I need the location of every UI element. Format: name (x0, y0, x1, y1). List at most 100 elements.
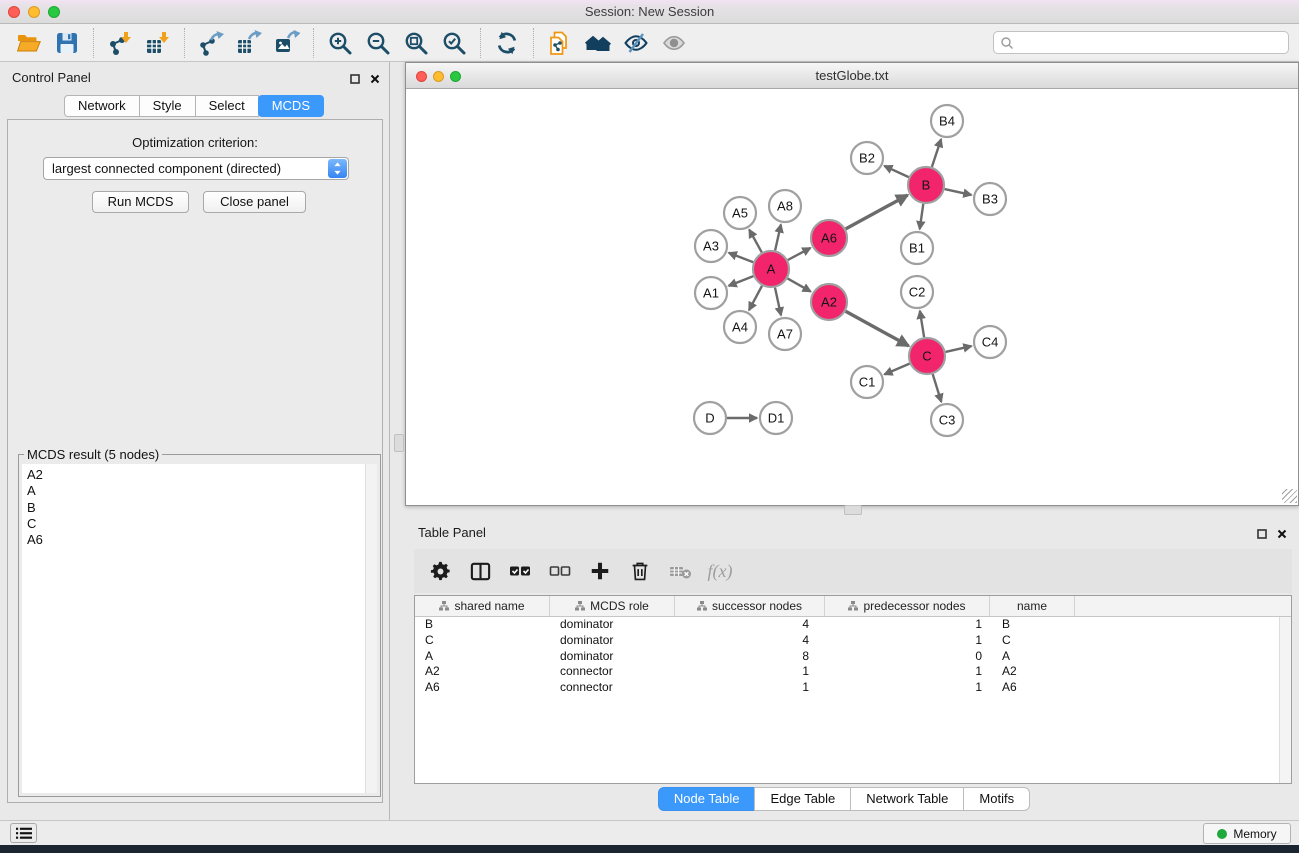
edge-A-A8[interactable] (775, 225, 781, 251)
table-cell[interactable]: dominator (550, 649, 675, 665)
table-cell[interactable]: A6 (990, 680, 1075, 696)
edge-B-B3[interactable] (945, 189, 972, 195)
export-network-icon[interactable] (192, 26, 230, 60)
table-cell[interactable]: 1 (825, 664, 990, 680)
close-panel-button[interactable]: Close panel (203, 191, 306, 213)
zoom-in-icon[interactable] (321, 26, 359, 60)
tab-network-table[interactable]: Network Table (850, 787, 964, 811)
zoom-selected-icon[interactable] (435, 26, 473, 60)
edge-A-A6[interactable] (788, 248, 811, 260)
hide-details-eye-slash-icon[interactable] (617, 26, 655, 60)
export-table-icon[interactable] (230, 26, 268, 60)
table-cell[interactable]: 1 (675, 680, 825, 696)
node-A[interactable]: A (753, 251, 789, 287)
node-A4[interactable]: A4 (724, 311, 756, 343)
table-cell[interactable]: A2 (415, 664, 550, 680)
show-column-panel-icon[interactable] (462, 554, 498, 588)
tab-select[interactable]: Select (195, 95, 259, 117)
task-history-button[interactable] (10, 823, 37, 843)
node-C[interactable]: C (909, 338, 945, 374)
node-A6[interactable]: A6 (811, 220, 847, 256)
mcds-list-scrollbar[interactable] (365, 464, 377, 793)
table-row[interactable]: Cdominator41C (415, 633, 1291, 649)
table-cell[interactable]: 8 (675, 649, 825, 665)
refresh-icon[interactable] (488, 26, 526, 60)
network-from-file-icon[interactable] (541, 26, 579, 60)
home-icon[interactable] (579, 26, 617, 60)
edge-A-A1[interactable] (729, 276, 754, 286)
network-graph[interactable]: B4B2BB3A5A8A6A3B1AA1C2A2A4A7C4CC1C3DD1 (406, 89, 1298, 504)
import-network-icon[interactable] (101, 26, 139, 60)
mcds-result-item[interactable]: C (27, 516, 377, 532)
node-B3[interactable]: B3 (974, 183, 1006, 215)
edge-C-C1[interactable] (884, 364, 909, 375)
window-resize-grip[interactable] (1282, 489, 1297, 503)
table-row[interactable]: A2connector11A2 (415, 664, 1291, 680)
criterion-dropdown[interactable]: largest connected component (directed) (43, 157, 349, 180)
close-panel-icon[interactable] (370, 71, 380, 89)
network-canvas[interactable]: B4B2BB3A5A8A6A3B1AA1C2A2A4A7C4CC1C3DD1 (406, 89, 1298, 505)
table-row[interactable]: Bdominator41B (415, 617, 1291, 633)
node-D[interactable]: D (694, 402, 726, 434)
edge-B-B2[interactable] (884, 166, 908, 177)
node-A7[interactable]: A7 (769, 318, 801, 350)
node-B1[interactable]: B1 (901, 232, 933, 264)
node-C3[interactable]: C3 (931, 404, 963, 436)
column-header-shared-name[interactable]: shared name (415, 596, 550, 616)
table-cell[interactable]: A6 (415, 680, 550, 696)
tab-style[interactable]: Style (139, 95, 196, 117)
run-mcds-button[interactable]: Run MCDS (92, 191, 189, 213)
mcds-result-list[interactable]: A2ABCA6 (22, 464, 377, 793)
edge-C-C4[interactable] (946, 346, 972, 352)
table-cell[interactable]: dominator (550, 617, 675, 633)
table-scrollbar[interactable] (1279, 617, 1291, 783)
table-cell[interactable]: 0 (825, 649, 990, 665)
edge-A-A3[interactable] (729, 253, 754, 262)
table-row[interactable]: A6connector11A6 (415, 680, 1291, 696)
search-box[interactable] (993, 31, 1289, 54)
edge-A-A7[interactable] (775, 288, 781, 316)
mcds-result-item[interactable]: B (27, 500, 377, 516)
node-A1[interactable]: A1 (695, 277, 727, 309)
edge-A2-C[interactable] (846, 311, 909, 346)
edge-B-B1[interactable] (920, 204, 924, 229)
table-cell[interactable]: connector (550, 680, 675, 696)
node-A8[interactable]: A8 (769, 190, 801, 222)
column-header-name[interactable]: name (990, 596, 1075, 616)
column-header-MCDS-role[interactable]: MCDS role (550, 596, 675, 616)
tab-network[interactable]: Network (64, 95, 140, 117)
node-B[interactable]: B (908, 167, 944, 203)
search-input[interactable] (1014, 35, 1282, 51)
table-cell[interactable]: 1 (825, 633, 990, 649)
select-all-columns-icon[interactable] (502, 554, 538, 588)
table-cell[interactable]: connector (550, 664, 675, 680)
vertical-splitter-grip[interactable] (394, 434, 404, 452)
mcds-result-item[interactable]: A2 (27, 467, 377, 483)
edge-A-A5[interactable] (749, 230, 762, 253)
import-table-icon[interactable] (139, 26, 177, 60)
table-cell[interactable]: 1 (675, 664, 825, 680)
node-A3[interactable]: A3 (695, 230, 727, 262)
deselect-all-columns-icon[interactable] (542, 554, 578, 588)
mcds-result-item[interactable]: A6 (27, 532, 377, 548)
network-window-titlebar[interactable]: testGlobe.txt (406, 63, 1298, 89)
tab-node-table[interactable]: Node Table (658, 787, 756, 811)
node-B2[interactable]: B2 (851, 142, 883, 174)
table-cell[interactable]: C (990, 633, 1075, 649)
table-cell[interactable]: A (415, 649, 550, 665)
tab-edge-table[interactable]: Edge Table (754, 787, 851, 811)
table-cell[interactable]: dominator (550, 633, 675, 649)
node-D1[interactable]: D1 (760, 402, 792, 434)
edge-A-A4[interactable] (749, 286, 762, 310)
mcds-result-item[interactable]: A (27, 483, 377, 499)
create-column-plus-icon[interactable] (582, 554, 618, 588)
delete-column-trash-icon[interactable] (622, 554, 658, 588)
edge-C-C3[interactable] (933, 374, 942, 402)
edge-A-A2[interactable] (788, 278, 811, 291)
node-C4[interactable]: C4 (974, 326, 1006, 358)
memory-button[interactable]: Memory (1203, 823, 1291, 844)
close-panel-icon[interactable] (1277, 526, 1287, 544)
table-cell[interactable]: C (415, 633, 550, 649)
table-cell[interactable]: 1 (825, 617, 990, 633)
node-C1[interactable]: C1 (851, 366, 883, 398)
